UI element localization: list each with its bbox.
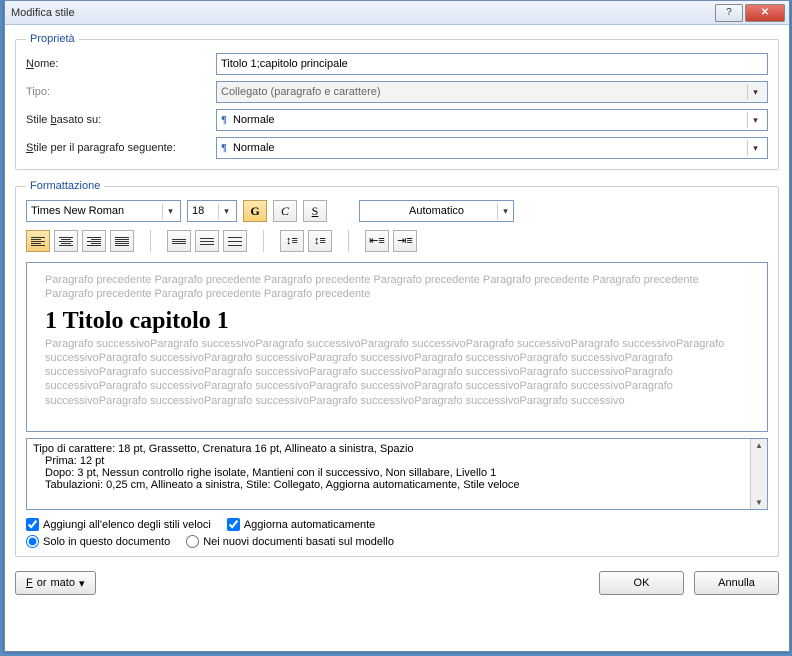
line-spacing-1-button[interactable] [167, 230, 191, 252]
next-style-dropdown[interactable]: ¶ Normale ▾ [216, 137, 768, 159]
window-title: Modifica stile [5, 7, 75, 19]
space-before-dec-button[interactable]: ↕≡ [308, 230, 332, 252]
chevron-down-icon[interactable]: ▾ [162, 203, 178, 219]
font-dropdown[interactable]: Times New Roman ▾ [26, 200, 181, 222]
align-justify-button[interactable] [110, 230, 134, 252]
chevron-down-icon[interactable]: ▾ [218, 203, 234, 219]
chevron-down-icon[interactable]: ▾ [747, 140, 763, 156]
scrollbar[interactable]: ▲ ▼ [750, 439, 767, 509]
close-button[interactable]: ✕ [745, 4, 785, 22]
paragraph-mark-icon: ¶ [221, 114, 227, 126]
ok-button[interactable]: OK [599, 571, 684, 595]
desc-line: Tipo di carattere: 18 pt, Grassetto, Cre… [33, 443, 761, 455]
italic-button[interactable]: C [273, 200, 297, 222]
scroll-up-icon[interactable]: ▲ [755, 439, 763, 452]
based-on-dropdown[interactable]: ¶ Normale ▾ [216, 109, 768, 131]
space-before-inc-button[interactable]: ↕≡ [280, 230, 304, 252]
chevron-down-icon: ▾ [747, 84, 763, 100]
quick-styles-checkbox[interactable]: Aggiungi all'elenco degli stili veloci [26, 518, 211, 531]
type-value: Collegato (paragrafo e carattere) [221, 86, 381, 98]
name-label: NNome:ome: [26, 58, 216, 70]
chevron-down-icon[interactable]: ▾ [747, 112, 763, 128]
based-on-label: Stile basato su: [26, 114, 216, 126]
preview-title: 1 Titolo capitolo 1 [45, 308, 749, 335]
doc-only-radio[interactable]: Solo in questo documento [26, 535, 170, 548]
font-color-value: Automatico [409, 205, 464, 217]
auto-update-input[interactable] [227, 518, 240, 531]
preview-before-text: Paragrafo precedente Paragrafo precedent… [45, 273, 749, 302]
help-button[interactable]: ? [715, 4, 743, 22]
auto-update-checkbox[interactable]: Aggiorna automaticamente [227, 518, 375, 531]
quick-styles-input[interactable] [26, 518, 39, 531]
preview-after-text: Paragrafo successivoParagrafo successivo… [45, 337, 749, 408]
desc-line: Dopo: 3 pt, Nessun controllo righe isola… [33, 467, 761, 479]
based-on-value: Normale [233, 114, 275, 126]
indent-increase-button[interactable]: ⇥≡ [393, 230, 417, 252]
type-label: Tipo: [26, 86, 216, 98]
description-box: Tipo di carattere: 18 pt, Grassetto, Cre… [26, 438, 768, 510]
properties-group: Proprietà NNome:ome: Tipo: Collegato (pa… [15, 33, 779, 170]
line-spacing-2-button[interactable] [223, 230, 247, 252]
chevron-down-icon[interactable]: ▾ [497, 203, 513, 219]
size-dropdown[interactable]: 18 ▾ [187, 200, 237, 222]
bold-button[interactable]: G [243, 200, 267, 222]
name-input[interactable] [216, 53, 768, 75]
desc-line: Tabulazioni: 0,25 cm, Allineato a sinist… [33, 479, 761, 491]
doc-only-input[interactable] [26, 535, 39, 548]
properties-legend: Proprietà [26, 33, 79, 45]
align-right-button[interactable] [82, 230, 106, 252]
size-value: 18 [192, 205, 204, 217]
type-dropdown: Collegato (paragrafo e carattere) ▾ [216, 81, 768, 103]
paragraph-mark-icon: ¶ [221, 142, 227, 154]
cancel-button[interactable]: Annulla [694, 571, 779, 595]
scroll-down-icon[interactable]: ▼ [755, 496, 763, 509]
chevron-down-icon: ▾ [79, 577, 85, 590]
align-left-button[interactable] [26, 230, 50, 252]
dialog-window: Modifica stile ? ✕ Proprietà NNome:ome: … [4, 0, 790, 652]
font-value: Times New Roman [31, 205, 124, 217]
titlebar: Modifica stile ? ✕ [5, 1, 789, 25]
indent-decrease-button[interactable]: ⇤≡ [365, 230, 389, 252]
line-spacing-15-button[interactable] [195, 230, 219, 252]
desc-line: Prima: 12 pt [33, 455, 761, 467]
template-input[interactable] [186, 535, 199, 548]
next-style-value: Normale [233, 142, 275, 154]
font-color-dropdown[interactable]: Automatico ▾ [359, 200, 514, 222]
next-style-label: Stile per il paragrafo seguente: [26, 142, 216, 154]
align-center-button[interactable] [54, 230, 78, 252]
template-radio[interactable]: Nei nuovi documenti basati sul modello [186, 535, 394, 548]
preview-panel: Paragrafo precedente Paragrafo precedent… [26, 262, 768, 432]
format-button[interactable]: ForFormatomato ▾ [15, 571, 96, 595]
underline-button[interactable]: S [303, 200, 327, 222]
formatting-group: Formattazione Times New Roman ▾ 18 ▾ G C… [15, 180, 779, 557]
formatting-legend: Formattazione [26, 180, 104, 192]
